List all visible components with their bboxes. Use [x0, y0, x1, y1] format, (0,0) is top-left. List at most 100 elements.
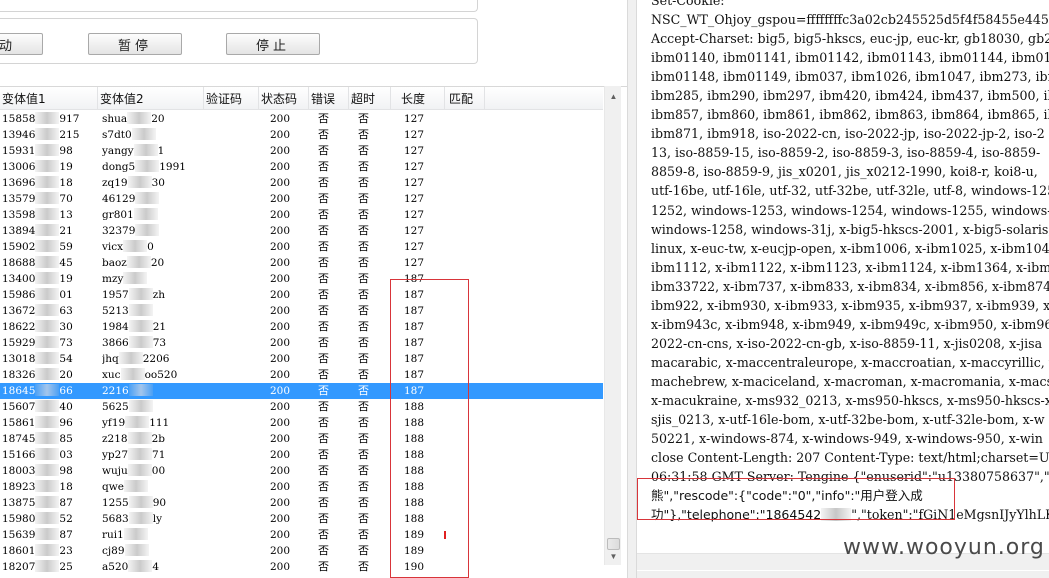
response-line: machebrew, x-maciceland, x-macroman, x-m…	[651, 373, 1049, 389]
response-line: Set-Cookie:	[651, 0, 725, 8]
response-line: 50221, x-windows-874, x-windows-949, x-w…	[651, 431, 1043, 447]
table-row[interactable]: 15929 73 3866 73 200 否否 187	[0, 335, 603, 351]
cell-status: 200	[270, 433, 291, 445]
cell-timeout: 否	[358, 448, 369, 461]
col-header-match[interactable]: 匹配	[445, 87, 485, 110]
table-row[interactable]: 18923 18 qwe 200 否否 188	[0, 479, 603, 495]
cell-text: 20	[151, 113, 165, 125]
table-row[interactable]: 18601 23 cj89 200 否否 189	[0, 543, 603, 559]
table-row[interactable]: 13894 21 32379 200 否 否 127	[0, 223, 603, 239]
response-line: NSC_WT_Ohjoy_gspou=ffffffffc3a02cb245525…	[651, 12, 1049, 28]
redacted-mark	[35, 512, 60, 524]
cell-status: 200	[270, 513, 291, 525]
cell-var1: 18745 85	[2, 431, 96, 447]
cell-code	[206, 143, 258, 159]
col-header-var2[interactable]: 变体值2	[98, 87, 204, 110]
cell-text: 1957	[102, 289, 129, 301]
cell-err: 否	[318, 336, 329, 349]
col-header-timeout[interactable]: 超时	[349, 87, 391, 110]
cell-status: 200	[270, 369, 291, 381]
cell-code	[206, 383, 258, 399]
redacted-mark	[128, 304, 153, 316]
cell-var1: 15986 01	[2, 287, 96, 303]
scroll-down-icon[interactable]: ▼	[605, 548, 622, 565]
table-row[interactable]: 18745 85 z218 2b 200 否否 188	[0, 431, 603, 447]
response-line: x-macukraine, x-ms932_0213, x-ms950-hksc…	[651, 392, 1049, 408]
cell-code	[206, 527, 258, 543]
table-row[interactable]: 15639 87 rui1 200 否否 189	[0, 527, 603, 543]
cell-text: 13018	[2, 353, 36, 365]
cell-var2: shua 20	[102, 111, 202, 127]
col-header-captcha[interactable]: 验证码	[204, 87, 259, 110]
table-row[interactable]: 15902 59 vicx 0 200 否 否 127	[0, 239, 603, 255]
table-row[interactable]: 13400 19 mzy 200 否否 187	[0, 271, 603, 287]
cell-status: 200	[270, 193, 291, 205]
cell-text: shua	[102, 113, 128, 125]
table-row[interactable]: 18688 45 baoz 20 200 否 否 127	[0, 255, 603, 271]
col-header-status[interactable]: 状态码	[259, 87, 309, 110]
response-text[interactable]: Set-Cookie: NSC_WT_Ohjoy_gspou=ffffffffc3…	[651, 0, 1049, 524]
table-row[interactable]: 15858 917 shua 20 200 否 否 127	[0, 111, 603, 127]
cell-text: ly	[152, 513, 163, 525]
table-row[interactable]: 13672 63 5213 200 否否 187	[0, 303, 603, 319]
table-row[interactable]: 15861 96 yf19 111 200 否否 188	[0, 415, 603, 431]
cell-text: cj89	[102, 545, 125, 557]
response-line: windows-1258, windows-31j, x-big5-hkscs-…	[651, 221, 1049, 237]
col-header-length[interactable]: 长度	[391, 87, 445, 110]
table-row[interactable]: 18003 98 wuju 00 200 否否 188	[0, 463, 603, 479]
cell-text: 4	[152, 561, 159, 573]
redacted-mark	[128, 384, 153, 396]
response-line: ibm01148, ibm01149, ibm037, ibm1026, ibm…	[651, 69, 1049, 85]
redacted-mark	[35, 496, 60, 508]
table-row[interactable]: 13579 70 46129 200 否 否 127	[0, 191, 603, 207]
table-row[interactable]: 15980 52 5683 ly 200 否否 188	[0, 511, 603, 527]
col-header-var1[interactable]: 变体值1	[0, 87, 98, 110]
table-row[interactable]: 13006 19 dong5 1991 200 否 否 127	[0, 159, 603, 175]
cell-text: 25	[59, 561, 73, 573]
scroll-up-icon[interactable]: ▲	[605, 88, 622, 105]
vertical-scrollbar[interactable]: ▲ ▼	[604, 86, 621, 565]
table-row[interactable]: 18622 30 1984 21 200 否否 187	[0, 319, 603, 335]
col-header-error[interactable]: 错误	[309, 87, 349, 110]
cell-var2: 1984 21	[102, 319, 202, 335]
redacted-mark	[124, 544, 149, 556]
cell-timeout: 否	[358, 480, 369, 493]
cell-err: 否	[318, 320, 329, 333]
cell-err: 否	[318, 416, 329, 429]
cell-status: 200	[270, 561, 291, 573]
table-row[interactable]: 15166 03 yp27 71 200 否否 188	[0, 447, 603, 463]
panel-splitter[interactable]	[627, 0, 637, 578]
table-row[interactable]: 18207 25 a520 4 200 否否 190	[0, 559, 603, 575]
response-line: ibm285, ibm290, ibm297, ibm420, ibm424, …	[651, 88, 1049, 104]
cell-timeout: 否	[358, 160, 369, 173]
table-row[interactable]: 13598 13 gr801 200 否 否 127	[0, 207, 603, 223]
redacted-mark	[35, 368, 60, 380]
cell-text: 00	[151, 465, 166, 477]
stop-button[interactable]: 停止	[226, 33, 320, 55]
cell-var1: 15166 03	[2, 447, 96, 463]
table-row[interactable]: 15607 40 5625 200 否否 188	[0, 399, 603, 415]
cell-err: 否	[318, 192, 329, 205]
table-row[interactable]: 13696 18 zq19 30 200 否 否 127	[0, 175, 603, 191]
cell-text: 66	[59, 385, 73, 397]
cell-var2: cj89	[102, 543, 202, 559]
pause-button[interactable]: 暂停	[88, 33, 182, 55]
cell-text: 87	[59, 497, 73, 509]
redacted-mark	[123, 480, 148, 492]
cell-text: 18003	[2, 465, 36, 477]
table-row[interactable]: 18326 20 xuc oo520 200 否否 187	[0, 367, 603, 383]
cell-len: 127	[404, 257, 425, 269]
table-row[interactable]: 18645 66 2216 200 否否 187	[0, 383, 603, 399]
cell-code	[206, 127, 258, 143]
cell-var1: 15980 52	[2, 511, 96, 527]
table-row[interactable]: 15986 01 1957 zh 200 否否 187	[0, 287, 603, 303]
table-row[interactable]: 13875 87 1255 90 200 否否 188	[0, 495, 603, 511]
cell-var1: 13672 63	[2, 303, 96, 319]
cell-match	[448, 191, 478, 207]
table-row[interactable]: 13018 54 jhq 2206 200 否否 187	[0, 351, 603, 367]
table-row[interactable]: 15931 98 yangy 1 200 否 否 127	[0, 143, 603, 159]
response-viewer: Set-Cookie: NSC_WT_Ohjoy_gspou=ffffffffc3…	[637, 0, 1049, 578]
start-button[interactable]: 动	[0, 33, 43, 55]
table-row[interactable]: 13946 215 s7dt0 200 否 否 127	[0, 127, 603, 143]
cell-status: 200	[270, 545, 291, 557]
